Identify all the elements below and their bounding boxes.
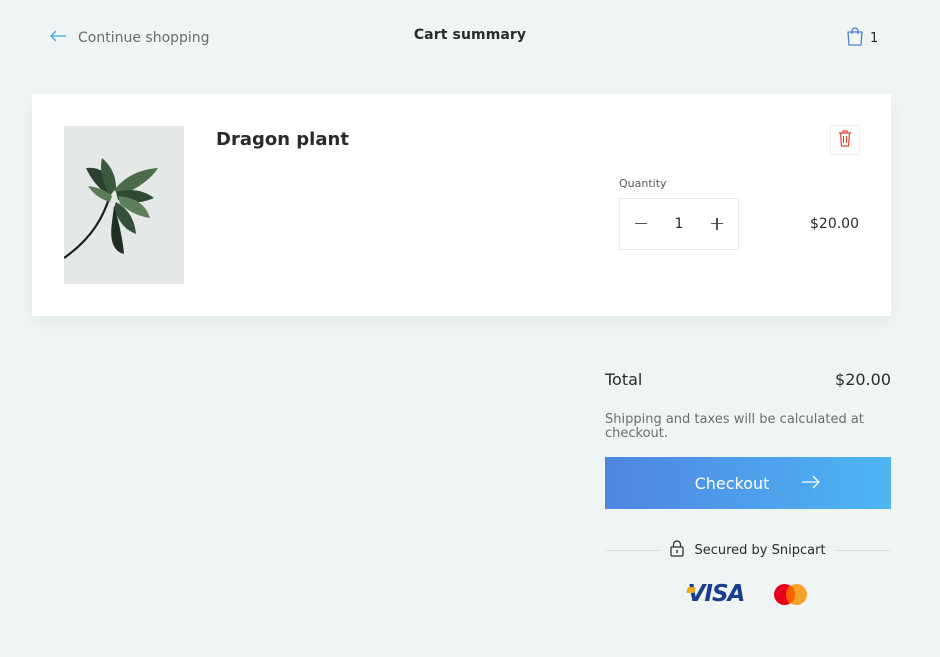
page-title: Cart summary bbox=[413, 27, 527, 43]
total-value: $20.00 bbox=[835, 370, 891, 389]
quantity-value: 1 bbox=[674, 216, 684, 232]
header: Continue shopping Cart summary 1 bbox=[0, 0, 940, 72]
secured-badge: Secured by Snipcart bbox=[670, 540, 826, 561]
order-summary: Total $20.00 Shipping and taxes will be … bbox=[605, 370, 892, 607]
quantity-stepper: 1 bbox=[619, 198, 739, 250]
visa-logo: VISA bbox=[685, 581, 745, 607]
mastercard-logo bbox=[774, 583, 808, 605]
cart-count-badge: 1 bbox=[870, 30, 879, 46]
secured-label: Secured by Snipcart bbox=[694, 543, 826, 558]
product-image bbox=[64, 126, 184, 284]
arrow-right-icon bbox=[801, 474, 821, 493]
trash-icon bbox=[838, 129, 852, 151]
lock-icon bbox=[670, 540, 685, 561]
item-price: $20.00 bbox=[810, 216, 859, 232]
checkout-button[interactable]: Checkout bbox=[605, 457, 891, 509]
shipping-note: Shipping and taxes will be calculated at… bbox=[605, 412, 864, 441]
quantity-label: Quantity bbox=[619, 177, 667, 190]
increase-quantity-button[interactable] bbox=[710, 217, 724, 231]
payment-logos: VISA bbox=[605, 581, 891, 607]
cart-item-card: Dragon plant Quantity 1 $20.00 bbox=[32, 94, 891, 316]
divider bbox=[605, 550, 661, 551]
decrease-quantity-button[interactable] bbox=[634, 217, 648, 231]
divider bbox=[835, 550, 892, 551]
product-name: Dragon plant bbox=[216, 129, 349, 150]
secured-row: Secured by Snipcart bbox=[605, 540, 892, 561]
checkout-label: Checkout bbox=[694, 473, 770, 493]
remove-item-button[interactable] bbox=[830, 125, 860, 155]
shopping-bag-icon bbox=[846, 26, 864, 50]
total-row: Total $20.00 bbox=[605, 370, 891, 389]
total-label: Total bbox=[605, 370, 643, 389]
cart-button[interactable]: 1 bbox=[846, 26, 878, 50]
